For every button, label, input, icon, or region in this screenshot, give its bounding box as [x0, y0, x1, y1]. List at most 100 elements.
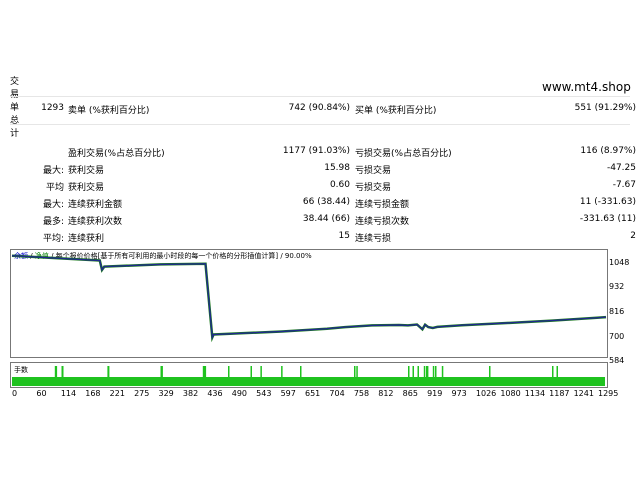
loss-trades-label: 亏损交易(%占总百分比): [355, 149, 452, 159]
stat-value: 0.60: [329, 180, 350, 190]
volume-marker: [281, 366, 283, 378]
balance-line: [11, 255, 607, 341]
stat-label: 亏损交易: [355, 166, 392, 176]
stat-value: 11 (-331.63): [579, 197, 636, 207]
stat-prefix: 最大:: [42, 166, 64, 176]
stat-prefix: 平均: [45, 183, 64, 193]
stat-prefix: 最多:: [42, 217, 64, 227]
y-tick-label: 700: [609, 332, 625, 341]
volume-marker: [435, 366, 437, 378]
volume-panel: 手数: [10, 362, 608, 388]
volume-marker: [300, 366, 302, 378]
x-tick-label: 1134: [524, 389, 546, 398]
stat-label: 获利交易: [68, 166, 105, 176]
x-tick-label: 973: [451, 389, 467, 398]
long-label: 买单 (%获利百分比): [355, 106, 437, 116]
side-label-char: 计: [10, 129, 20, 139]
side-label-char: 单: [10, 103, 20, 113]
stat-prefix: 最大:: [42, 200, 64, 210]
stat-label: 连续获利次数: [68, 217, 123, 227]
stat-label: 连续亏损: [355, 234, 392, 244]
y-tick-label: 584: [609, 356, 625, 365]
x-tick-label: 1241: [573, 389, 594, 398]
x-tick-label: 651: [305, 389, 321, 398]
x-tick-label: 275: [134, 389, 150, 398]
volume-marker: [408, 366, 410, 378]
x-tick-label: 168: [85, 389, 101, 398]
stat-prefix: 平均:: [42, 234, 64, 244]
volume-marker: [417, 366, 419, 378]
x-tick-label: 490: [231, 389, 248, 398]
x-tick-label: 1026: [475, 389, 497, 398]
divider: [10, 96, 630, 97]
volume-marker: [426, 366, 429, 378]
x-tick-label: 543: [256, 389, 272, 398]
short-value: 742 (90.84%): [288, 103, 350, 113]
y-tick-label: 1048: [609, 258, 630, 267]
x-tick-label: 865: [402, 389, 418, 398]
side-label-char: 交: [10, 77, 20, 87]
stat-value: -47.25: [606, 163, 636, 173]
x-tick-label: 597: [280, 389, 296, 398]
volume-marker: [204, 366, 207, 378]
watermark: www.mt4.shop: [542, 80, 631, 94]
volume-marker: [552, 366, 554, 378]
long-value: 551 (91.29%): [574, 103, 636, 113]
volume-marker: [556, 366, 558, 378]
loss-trades-value: 116 (8.97%): [580, 146, 636, 156]
x-tick-label: 382: [182, 389, 199, 398]
volume-marker: [250, 366, 252, 378]
stat-label: 获利交易: [68, 183, 105, 193]
y-tick-label: 932: [609, 282, 625, 291]
volume-marker: [441, 366, 444, 378]
stat-label: 亏损交易: [355, 183, 392, 193]
x-tick-label: 436: [207, 389, 223, 398]
profit-trades-label: 盈利交易(%占总百分比): [68, 149, 165, 159]
volume-marker: [228, 366, 230, 378]
x-tick-label: 919: [427, 389, 443, 398]
x-tick-label: 704: [329, 389, 345, 398]
balance-chart: 余额 / 净值 / 每个报价价格[基于所有可利用的最小时段的每一个价格的分形插值…: [10, 249, 608, 358]
x-tick-label: 0: [12, 389, 18, 398]
stat-value: 15: [338, 231, 350, 241]
volume-markers-svg: [54, 366, 558, 378]
stat-value: 66 (38.44): [302, 197, 350, 207]
x-tick-label: 114: [60, 389, 77, 398]
volume-marker: [62, 366, 64, 378]
stat-label: 连续亏损次数: [355, 217, 410, 227]
x-tick-label: 812: [378, 389, 394, 398]
x-tick-label: 1080: [500, 389, 521, 398]
volume-marker: [489, 366, 491, 378]
stat-label: 连续亏损金额: [355, 200, 410, 210]
x-tick-label: 1187: [549, 389, 570, 398]
x-tick-label: 758: [353, 389, 370, 398]
short-label: 卖单 (%获利百分比): [68, 106, 150, 116]
stat-value: 38.44 (66): [302, 214, 350, 224]
total-trades-value: 1293: [41, 103, 64, 113]
side-label: 交 易 单 总 计: [10, 76, 20, 141]
side-label-char: 总: [10, 116, 20, 126]
stat-label: 连续获利金额: [68, 200, 123, 210]
balance-line-svg: [11, 254, 607, 343]
volume-marker: [356, 366, 358, 378]
x-tick-label: 221: [109, 389, 125, 398]
volume-marker: [55, 366, 58, 378]
x-tick-label: 1295: [598, 389, 619, 398]
stat-value: 2: [630, 231, 636, 241]
divider: [10, 124, 630, 125]
stat-value: -7.67: [612, 180, 636, 190]
profit-trades-value: 1177 (91.03%): [282, 146, 350, 156]
x-tick-label: 329: [158, 389, 174, 398]
volume-marker: [432, 366, 435, 378]
volume-marker: [412, 366, 414, 378]
y-tick-label: 816: [609, 307, 625, 316]
volume-marker: [161, 366, 163, 378]
volume-marker: [423, 366, 426, 378]
stat-value: 15.98: [324, 163, 350, 173]
x-tick-label: 60: [36, 389, 47, 398]
volume-marker: [354, 366, 356, 378]
stat-label: 连续获利: [68, 234, 105, 244]
stat-value: -331.63 (11): [579, 214, 636, 224]
volume-marker: [107, 366, 110, 378]
volume-marker: [260, 366, 262, 378]
